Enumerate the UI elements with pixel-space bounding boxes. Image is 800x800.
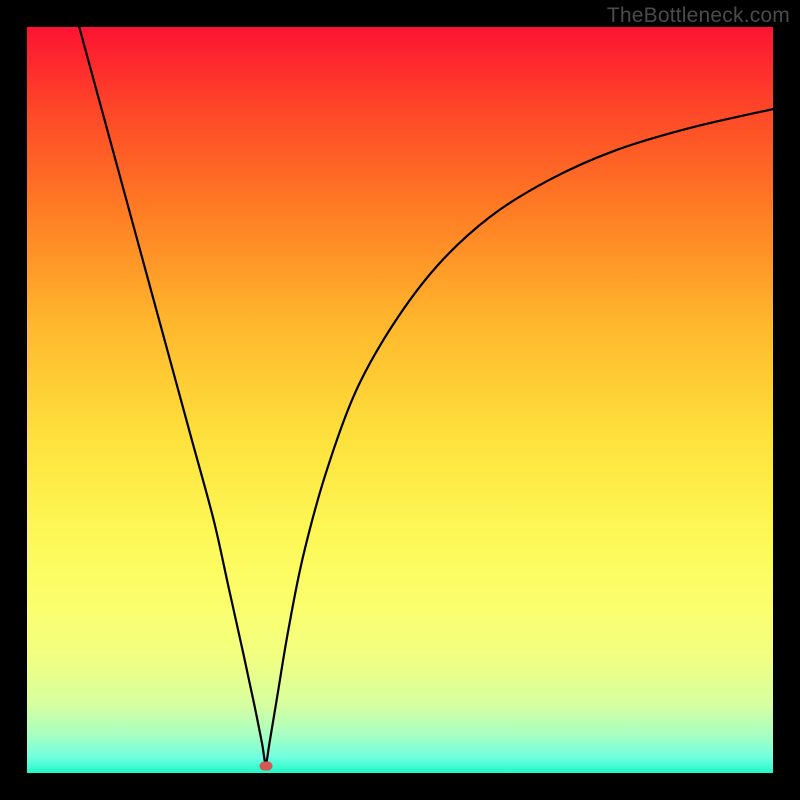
bottleneck-curve xyxy=(79,27,773,763)
chart-container: TheBottleneck.com xyxy=(0,0,800,800)
curve-svg xyxy=(27,27,773,773)
minimum-marker xyxy=(259,761,272,770)
plot-area xyxy=(27,27,773,773)
watermark-text: TheBottleneck.com xyxy=(607,4,790,28)
